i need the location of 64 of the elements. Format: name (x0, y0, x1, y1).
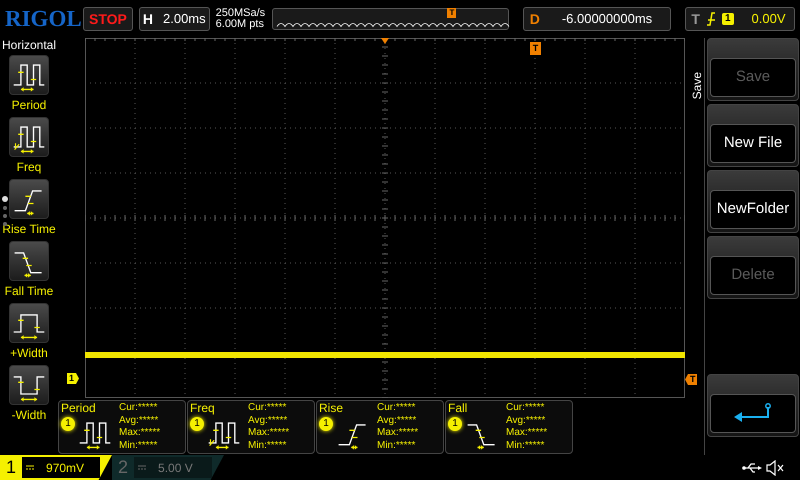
timebase-label: H (142, 10, 153, 28)
measurement-name: Rise (319, 402, 344, 415)
channel-badge: 1 (190, 417, 204, 431)
channel-badge: 1 (319, 417, 333, 431)
measurement-reading: Min:***** (248, 440, 288, 452)
menu-option[interactable]: +Width (0, 303, 58, 363)
measurement-reading: Max:***** (119, 427, 160, 440)
measurement-reading: Max:***** (377, 427, 418, 440)
menu-option[interactable]: Fall Time (0, 241, 58, 301)
channel-marker[interactable]: 1 (67, 373, 79, 384)
measurement-reading: Avg:***** (377, 414, 418, 427)
measurement-reading: Cur:***** (248, 402, 288, 414)
measurement-reading: Cur:***** (377, 402, 416, 414)
brand-logo: RIGOL (5, 6, 82, 32)
delay-panel[interactable]: D -6.00000000ms (522, 7, 672, 31)
channel-badge: 1 (61, 417, 75, 431)
menu-option[interactable]: Rise Time (0, 179, 58, 239)
measurement-reading: Max:***** (506, 427, 548, 440)
usb-icon (742, 462, 762, 472)
trigger-level-marker[interactable]: T (685, 374, 697, 385)
measurement-reading: Avg:***** (248, 414, 288, 427)
speaker-muted-icon (766, 460, 786, 476)
dc-coupling-icon (138, 465, 146, 470)
measurement-reading: Min:***** (377, 440, 416, 452)
channel-scale: 5.00 V (158, 460, 193, 476)
menu-button[interactable]: New File (710, 124, 796, 163)
delay-value: -6.00000000ms (562, 10, 652, 28)
timebase-panel[interactable]: H 2.00ms (138, 7, 210, 31)
measurement-reading: Avg:***** (119, 414, 160, 427)
channel-badge: 1 (448, 417, 462, 431)
measurement-name: Freq (190, 402, 216, 415)
dc-coupling-icon (26, 465, 34, 470)
menu-option[interactable]: Period (0, 55, 58, 115)
measurement-reading: Min:***** (506, 440, 546, 452)
run-state-indicator[interactable]: STOP (83, 7, 133, 31)
trigger-panel[interactable]: T 1 0.00V (685, 7, 795, 31)
timebase-value: 2.00ms (163, 10, 206, 28)
measurement-name: Fall (448, 402, 468, 415)
channel-tab[interactable]: 2 5.00 V (112, 455, 224, 480)
menu-button[interactable]: NewFolder (710, 190, 796, 229)
measurement-reading: Avg:***** (506, 414, 546, 427)
center-marker-icon (381, 38, 389, 44)
channel-tab[interactable]: 1 970mV (0, 455, 112, 480)
menu-title: Horizontal (2, 38, 56, 52)
rising-edge-icon (706, 12, 716, 26)
menu-option[interactable]: -Width (0, 365, 58, 425)
back-button[interactable] (710, 394, 796, 433)
delay-label: D (530, 10, 540, 28)
measurement-reading: Max:***** (248, 427, 290, 440)
trigger-source: 1 (722, 13, 734, 25)
sample-rate: 250MSa/s (216, 8, 266, 19)
memory-depth: 6.00M pts (216, 19, 265, 30)
measurement-reading: Cur:***** (506, 402, 546, 414)
return-arrow-icon (733, 402, 773, 424)
trigger-position-marker[interactable]: T (530, 42, 541, 55)
channel-scale: 970mV (46, 460, 84, 476)
measurement-reading: Cur:***** (119, 402, 158, 414)
trigger-level: 0.00V (752, 10, 786, 28)
menu-title: Save (690, 72, 704, 100)
trigger-label: T (691, 10, 700, 28)
menu-option[interactable]: Freq (0, 117, 58, 177)
measurement-name: Period (61, 402, 97, 415)
trigger-marker: T (447, 8, 456, 18)
measurement-reading: Min:***** (119, 440, 158, 452)
